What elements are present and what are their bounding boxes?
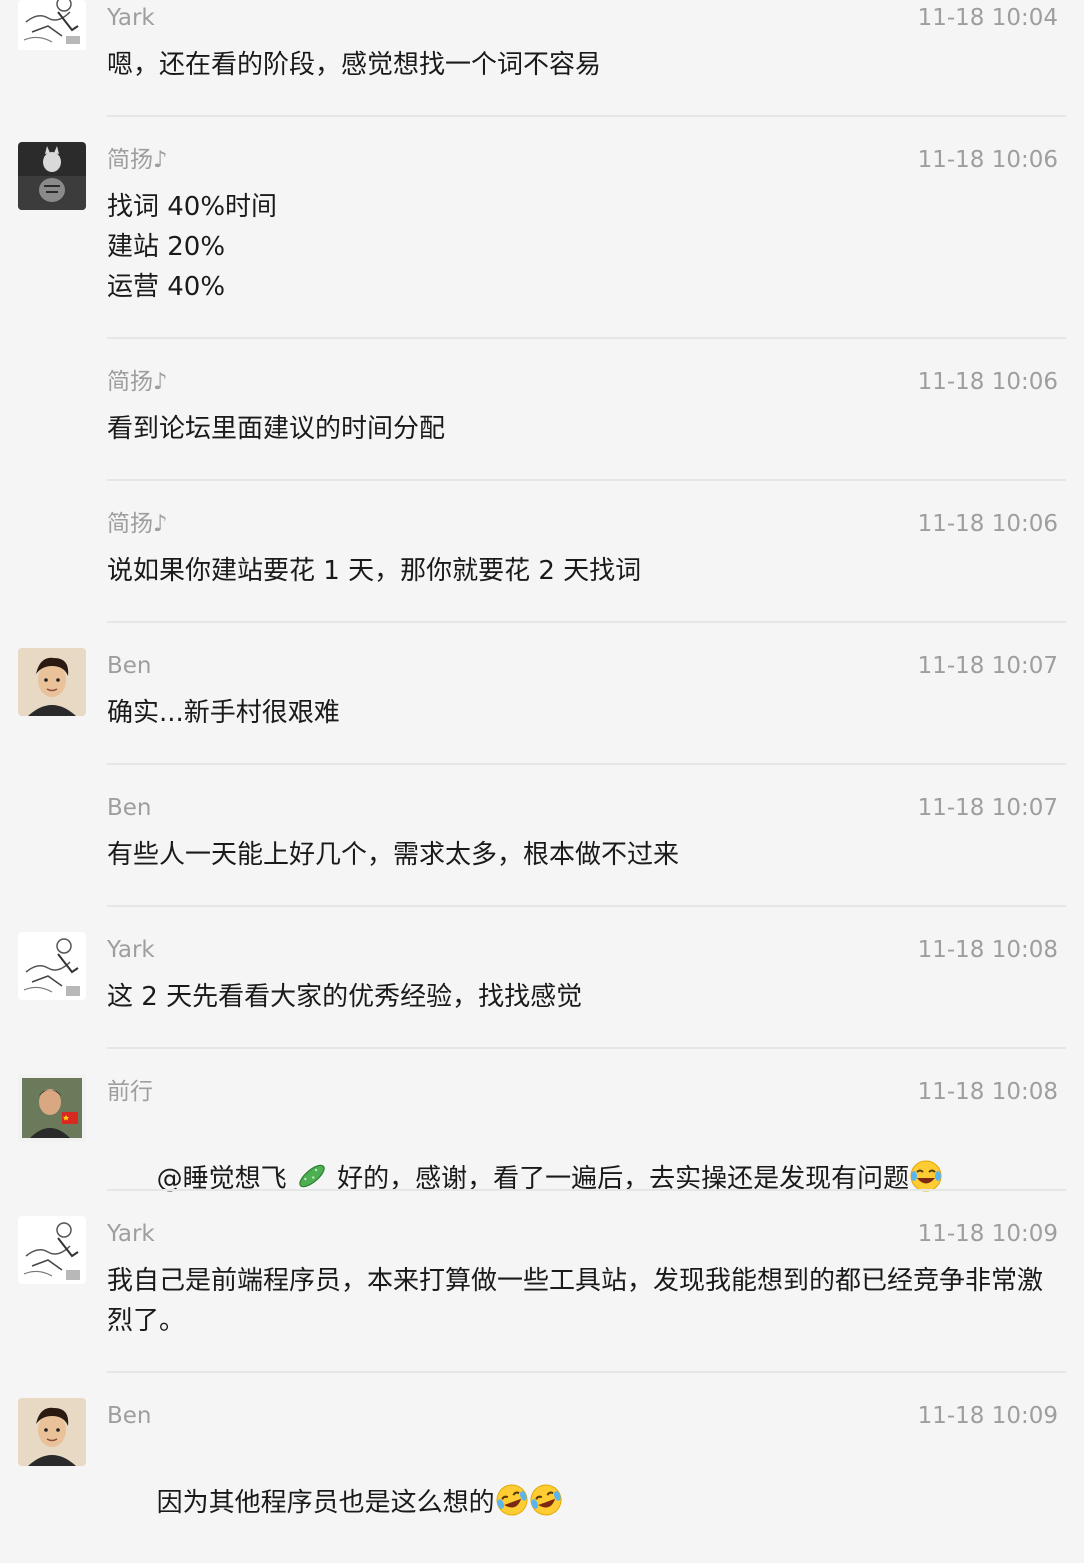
- yark-sketch-avatar-icon: [18, 932, 86, 1000]
- avatar[interactable]: [18, 932, 86, 1000]
- ben-cartoon-avatar-icon: [18, 648, 86, 716]
- ben-cartoon-avatar-icon: [18, 1398, 86, 1466]
- sender-name[interactable]: Yark: [107, 1220, 155, 1248]
- avatar[interactable]: [18, 1216, 86, 1284]
- chat-message-list[interactable]: Yark 11-18 10:04 嗯，还在看的阶段，感觉想找一个词不容易 简扬♪…: [0, 0, 1084, 1518]
- yark-sketch-avatar-icon: [18, 0, 86, 50]
- sender-name[interactable]: 简扬♪: [107, 368, 168, 396]
- timestamp: 11-18 10:09: [917, 1403, 1058, 1429]
- message-divider: [107, 479, 1066, 481]
- avatar[interactable]: [18, 0, 86, 68]
- timestamp: 11-18 10:06: [917, 369, 1058, 395]
- message-divider: [107, 1047, 1066, 1049]
- laughing-tears-icon: [910, 1160, 942, 1192]
- sender-name[interactable]: Ben: [107, 652, 152, 680]
- sender-name[interactable]: Ben: [107, 1402, 152, 1430]
- message-text: 嗯，还在看的阶段，感觉想找一个词不容易: [107, 50, 602, 80]
- message-text: 因为其他程序员也是这么想的: [107, 1443, 1062, 1563]
- message-text-part: 因为其他程序员也是这么想的: [156, 1488, 495, 1518]
- sender-name[interactable]: Ben: [107, 794, 152, 822]
- timestamp: 11-18 10:08: [917, 937, 1058, 963]
- message-text: 我自己是前端程序员，本来打算做一些工具站，发现我能想到的都已经竞争非常激烈了。: [107, 1266, 1044, 1336]
- sender-name[interactable]: 简扬♪: [107, 510, 168, 538]
- rolling-laughing-icon: [530, 1484, 562, 1516]
- timestamp: 11-18 10:07: [917, 795, 1058, 821]
- rolling-laughing-icon: [496, 1484, 528, 1516]
- message-text: 有些人一天能上好几个，需求太多，根本做不过来: [107, 840, 680, 870]
- cat-tiger-reflection-avatar-icon: [18, 142, 86, 210]
- yark-sketch-avatar-icon: [18, 1216, 86, 1284]
- message-text: 找词 40%时间 建站 20% 运营 40%: [107, 192, 278, 302]
- sender-name[interactable]: Yark: [107, 4, 155, 32]
- message-divider: [107, 1371, 1066, 1373]
- timestamp: 11-18 10:08: [917, 1079, 1058, 1105]
- message-divider: [107, 1189, 1066, 1191]
- timestamp: 11-18 10:06: [917, 511, 1058, 537]
- message-text: 这 2 天先看看大家的优秀经验，找找感觉: [107, 982, 583, 1012]
- sender-name[interactable]: Yark: [107, 936, 155, 964]
- avatar[interactable]: [18, 142, 86, 210]
- timestamp: 11-18 10:06: [917, 147, 1058, 173]
- avatar[interactable]: [18, 648, 86, 716]
- sender-name[interactable]: 简扬♪: [107, 146, 168, 174]
- message-divider: [107, 905, 1066, 907]
- message-divider: [107, 337, 1066, 339]
- qianxing-photo-avatar-icon: [18, 1074, 86, 1142]
- cucumber-icon: [299, 1164, 325, 1188]
- avatar[interactable]: [18, 1398, 86, 1466]
- message-divider: [107, 621, 1066, 623]
- timestamp: 11-18 10:04: [917, 5, 1058, 31]
- message-text: 看到论坛里面建议的时间分配: [107, 414, 446, 444]
- message-divider: [107, 763, 1066, 765]
- message-text: 说如果你建站要花 1 天，那你就要花 2 天找词: [107, 556, 642, 586]
- message-divider: [107, 115, 1066, 117]
- message-text: 确实...新手村很艰难: [107, 698, 340, 728]
- timestamp: 11-18 10:07: [917, 653, 1058, 679]
- sender-name[interactable]: 前行: [107, 1078, 153, 1106]
- timestamp: 11-18 10:09: [917, 1221, 1058, 1247]
- avatar[interactable]: [18, 1074, 86, 1142]
